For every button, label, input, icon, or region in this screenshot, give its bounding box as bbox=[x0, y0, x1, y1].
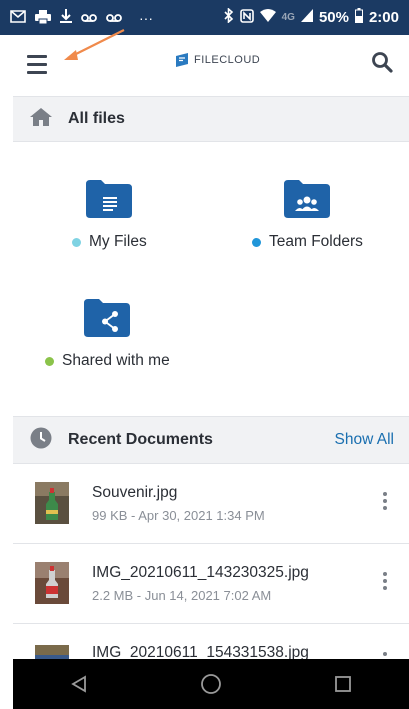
tile-shared-with-me[interactable]: Shared with me bbox=[45, 299, 170, 370]
list-item[interactable]: Souvenir.jpg 99 KB - Apr 30, 2021 1:34 P… bbox=[13, 464, 409, 544]
gmail-icon bbox=[10, 10, 26, 25]
folder-team-icon bbox=[284, 180, 331, 223]
document-name: Souvenir.jpg bbox=[92, 484, 178, 501]
logo-text: FILECLOUD bbox=[194, 54, 261, 66]
voicemail-icon bbox=[81, 11, 97, 25]
document-name: IMG_20210611_154331538.jpg bbox=[92, 644, 309, 659]
folder-share-icon bbox=[84, 299, 131, 342]
more-options-icon[interactable] bbox=[381, 572, 389, 590]
more-options-icon[interactable] bbox=[381, 652, 389, 659]
filecloud-logo: FILECLOUD bbox=[176, 53, 260, 67]
more-icon: ··· bbox=[139, 9, 153, 26]
status-left-icons: ··· bbox=[10, 9, 153, 26]
bluetooth-icon bbox=[224, 7, 234, 27]
all-files-title: All files bbox=[68, 110, 125, 127]
tile-team-folders-label: Team Folders bbox=[269, 233, 363, 250]
thumbnail-image bbox=[35, 482, 69, 524]
left-gutter bbox=[0, 35, 13, 709]
my-files-dot bbox=[72, 237, 81, 247]
team-folders-dot bbox=[252, 237, 261, 247]
signal-icon bbox=[300, 9, 313, 26]
document-meta: 99 KB - Apr 30, 2021 1:34 PM bbox=[92, 508, 265, 523]
tile-shared-label: Shared with me bbox=[62, 352, 170, 369]
battery-level: 50% bbox=[318, 9, 349, 26]
home-circle-icon[interactable] bbox=[191, 664, 231, 704]
back-triangle-icon[interactable] bbox=[59, 664, 99, 704]
list-item[interactable]: IMG_20210611_143230325.jpg 2.2 MB - Jun … bbox=[13, 544, 409, 624]
clock-icon bbox=[30, 427, 52, 454]
shared-dot bbox=[45, 356, 54, 366]
recent-documents-title: Recent Documents bbox=[68, 431, 213, 448]
search-icon[interactable] bbox=[371, 51, 393, 78]
recents-square-icon[interactable] bbox=[323, 664, 363, 704]
system-nav-bar bbox=[13, 659, 409, 709]
show-all-link[interactable]: Show All bbox=[335, 431, 394, 449]
folder-doc-icon bbox=[86, 180, 133, 223]
all-files-header[interactable]: All files bbox=[13, 96, 409, 142]
battery-icon bbox=[354, 8, 363, 27]
annotation-arrow bbox=[64, 29, 125, 60]
more-options-icon[interactable] bbox=[381, 492, 389, 510]
tile-my-files-label: My Files bbox=[89, 233, 147, 250]
network-type: 4G bbox=[281, 12, 295, 23]
nfc-icon bbox=[239, 8, 254, 27]
clock-time: 2:00 bbox=[368, 9, 399, 26]
document-name: IMG_20210611_143230325.jpg bbox=[92, 564, 309, 581]
voicemail-icon bbox=[106, 11, 122, 25]
tile-team-folders[interactable]: Team Folders bbox=[252, 180, 363, 251]
hamburger-menu-icon[interactable] bbox=[27, 49, 57, 79]
recent-documents-header: Recent Documents Show All bbox=[13, 416, 409, 464]
wifi-icon bbox=[259, 9, 276, 26]
thumbnail-image bbox=[35, 645, 69, 659]
status-right: 4G 50% 2:00 bbox=[224, 7, 399, 27]
home-icon bbox=[30, 107, 52, 131]
print-icon bbox=[35, 9, 51, 26]
thumbnail-image bbox=[35, 562, 69, 604]
list-item[interactable]: IMG_20210611_154331538.jpg bbox=[13, 624, 409, 659]
filecloud-logo-icon bbox=[176, 53, 188, 67]
download-icon bbox=[60, 9, 72, 26]
document-meta: 2.2 MB - Jun 14, 2021 7:02 AM bbox=[92, 588, 272, 603]
tile-my-files[interactable]: My Files bbox=[72, 180, 147, 251]
